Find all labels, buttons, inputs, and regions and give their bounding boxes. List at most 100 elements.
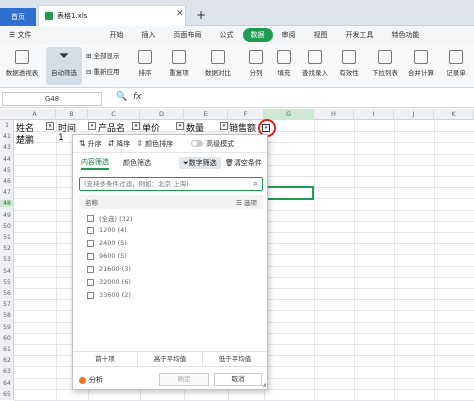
row-number[interactable]: 55 [0, 279, 14, 286]
list-options-button[interactable]: ☰ 选项 [236, 197, 257, 207]
filter-dropdown-name[interactable]: ▾ [46, 122, 54, 130]
sort-button[interactable]: 排序 [132, 50, 158, 77]
duplicates-button[interactable]: 重复项 [164, 50, 194, 77]
row-number[interactable]: 56 [0, 290, 14, 297]
pivot-table-button[interactable]: 数据透视表 [2, 50, 42, 77]
search-icon[interactable]: ⌕ [253, 179, 258, 189]
row-number[interactable]: 53 [0, 256, 14, 263]
cell-b41[interactable]: 1 [58, 133, 64, 143]
row-number[interactable]: 65 [0, 391, 14, 398]
filter-dropdown-price[interactable]: ▾ [176, 122, 184, 130]
menu-review[interactable]: 审阅 [273, 30, 305, 40]
checkbox[interactable] [87, 291, 94, 299]
checkbox[interactable] [87, 239, 94, 247]
cell-a41[interactable]: 楚鹏 [16, 133, 34, 146]
menu-formula[interactable]: 公式 [211, 30, 243, 40]
row-number[interactable]: 52 [0, 245, 14, 252]
row-number[interactable]: 62 [0, 357, 14, 364]
sort-asc-button[interactable]: ⇅ 升序 [79, 139, 102, 149]
col-d[interactable]: D [140, 109, 184, 120]
menu-start[interactable]: 开始 [101, 30, 133, 40]
top-ten-button[interactable]: 前十项 [73, 352, 138, 366]
name-box[interactable]: G48 [2, 92, 102, 106]
fx-icon[interactable]: fx [133, 92, 142, 102]
tab-color-filter[interactable]: 颜色筛选 [123, 158, 151, 168]
list-item[interactable]: 32000 (6) [87, 278, 131, 286]
color-sort-button[interactable]: ⇳ 颜色排序 [136, 139, 173, 149]
menu-view[interactable]: 视图 [305, 30, 337, 40]
autofilter-button[interactable]: ⏷ 自动筛选 [46, 47, 82, 85]
row-number[interactable]: 58 [0, 312, 14, 319]
header-sales[interactable]: 销售额 [229, 121, 256, 134]
above-average-button[interactable]: 高于平均值 [138, 352, 203, 366]
checkbox[interactable] [87, 214, 94, 222]
header-price[interactable]: 单价 [142, 121, 160, 134]
row-number[interactable]: 57 [0, 301, 14, 308]
close-icon[interactable]: ✕ [176, 9, 184, 19]
col-k[interactable]: K [434, 109, 474, 120]
checkbox[interactable] [87, 252, 94, 260]
below-average-button[interactable]: 低于平均值 [203, 352, 267, 366]
reapply-button[interactable]: ⊟ 重新应用 [86, 66, 120, 76]
number-filter-button[interactable]: ⏷ 数字筛选 [179, 157, 221, 169]
list-item[interactable]: 1200 (4) [87, 226, 127, 234]
row-number[interactable]: 41 [0, 133, 14, 140]
sort-desc-button[interactable]: ⇵ 降序 [108, 139, 131, 149]
row-number[interactable]: 63 [0, 368, 14, 375]
list-item[interactable]: 9600 (5) [87, 252, 127, 260]
row-number[interactable]: 54 [0, 268, 14, 275]
ok-button[interactable]: 确定 [159, 373, 209, 386]
filter-dropdown-qty[interactable]: ▾ [220, 122, 228, 130]
tab-file[interactable]: 表格1.xls [38, 5, 186, 26]
show-all-button[interactable]: ⊞ 全部显示 [86, 50, 120, 60]
filter-dropdown-time[interactable]: ▾ [88, 122, 96, 130]
row-number[interactable]: 61 [0, 346, 14, 353]
add-tab-button[interactable]: + [196, 8, 206, 22]
fill-button[interactable]: 填充 [272, 50, 296, 77]
menu-page-layout[interactable]: 页面布局 [165, 30, 211, 40]
row-number[interactable]: 45 [0, 167, 14, 174]
filter-search-input[interactable] [84, 180, 244, 188]
header-qty[interactable]: 数量 [186, 121, 204, 134]
menu-developer[interactable]: 开发工具 [337, 30, 383, 40]
selected-cell-g48[interactable] [263, 186, 314, 200]
row-number[interactable]: 1 [0, 122, 14, 129]
row-number[interactable]: 47 [0, 189, 14, 196]
checkbox[interactable] [87, 278, 94, 286]
tab-content-filter[interactable]: 内容筛选 [81, 157, 109, 170]
col-a[interactable]: A [14, 109, 56, 120]
col-c[interactable]: C [88, 109, 140, 120]
col-b[interactable]: B [56, 109, 88, 120]
analysis-button[interactable]: 分析 [79, 375, 103, 385]
row-number[interactable]: 46 [0, 178, 14, 185]
menu-features[interactable]: 特色功能 [383, 30, 429, 40]
row-number[interactable]: 50 [0, 223, 14, 230]
col-j[interactable]: J [394, 109, 434, 120]
row-number[interactable]: 51 [0, 234, 14, 241]
merge-calc-button[interactable]: 合并计算 [404, 50, 438, 77]
list-item[interactable]: 21600 (3) [87, 265, 131, 273]
advanced-mode-toggle[interactable]: 高级模式 [191, 139, 234, 149]
col-g[interactable]: G [264, 109, 314, 120]
resize-handle-icon[interactable]: ◢ [262, 382, 266, 388]
tab-home[interactable]: 首页 [0, 8, 36, 26]
row-number[interactable]: 43 [0, 144, 14, 151]
zoom-icon[interactable]: 🔍 [116, 92, 127, 102]
col-e[interactable]: E [184, 109, 228, 120]
row-number[interactable]: 59 [0, 324, 14, 331]
split-button[interactable]: 分列 [244, 50, 268, 77]
col-i[interactable]: I [354, 109, 394, 120]
compare-button[interactable]: 数据对比 [198, 50, 238, 77]
col-f[interactable]: F [228, 109, 264, 120]
lookup-button[interactable]: 查找录入 [298, 50, 332, 77]
checkbox[interactable] [87, 265, 94, 273]
menu-data[interactable]: 数据 [242, 28, 273, 42]
header-product[interactable]: 产品名 [98, 121, 125, 134]
validity-button[interactable]: 有效性 [334, 50, 364, 77]
dropdown-list-button[interactable]: 下拉列表 [368, 50, 402, 77]
row-number[interactable]: 44 [0, 156, 14, 163]
row-number[interactable]: 64 [0, 380, 14, 387]
list-item[interactable]: 2400 (5) [87, 239, 127, 247]
cancel-button[interactable]: 取消 [214, 373, 262, 386]
menu-file[interactable]: ☰ 文件 [0, 30, 41, 40]
